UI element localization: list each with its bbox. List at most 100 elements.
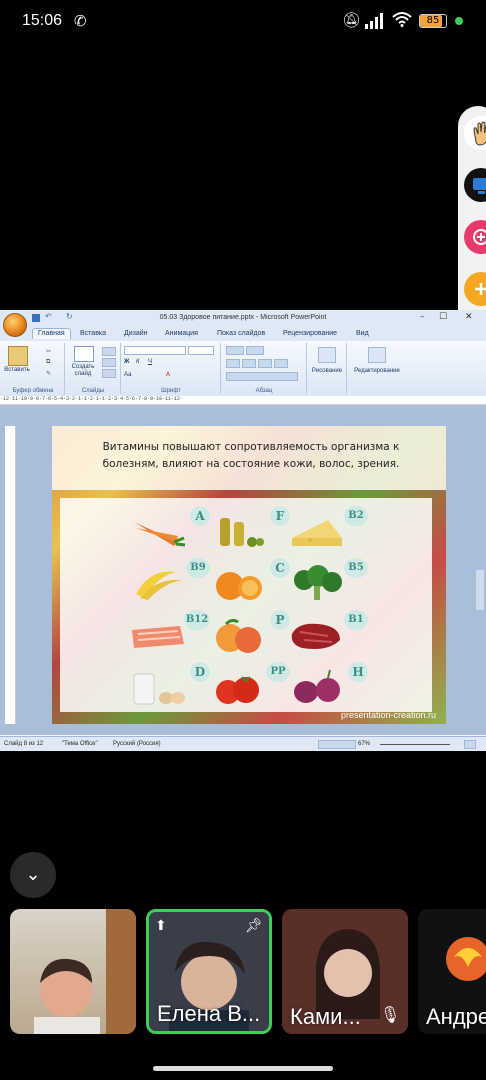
vitamin-label: B2 xyxy=(344,506,368,526)
binoculars-icon[interactable] xyxy=(368,347,386,363)
phone-call-icon: ✆ xyxy=(74,12,87,30)
new-slide-icon[interactable] xyxy=(74,346,94,362)
tab-home[interactable]: Главная xyxy=(32,328,71,339)
participant-name: Андре xyxy=(426,1004,486,1029)
minimize-button[interactable]: – xyxy=(420,312,425,322)
gesture-nav-bar[interactable] xyxy=(153,1066,333,1071)
battery-icon: 85 xyxy=(419,14,447,28)
paste-button[interactable]: Вставить xyxy=(2,367,32,373)
screen-share-badge-icon: ⬆ xyxy=(155,918,167,934)
participant-tile-active[interactable]: ⬆ 📌︎ Елена В... xyxy=(146,909,272,1034)
vitamin-b12-cell: B12 xyxy=(130,608,210,658)
wifi-icon xyxy=(392,12,412,27)
maximize-button[interactable]: ☐ xyxy=(439,312,447,322)
vitamin-label: C xyxy=(270,558,290,578)
plus-icon[interactable] xyxy=(464,272,486,306)
meat-icon xyxy=(291,623,340,649)
paste-icon[interactable] xyxy=(8,346,28,366)
vitamin-h-cell: H xyxy=(288,660,368,710)
close-button[interactable]: ✕ xyxy=(465,312,473,322)
ribbon: Вставить ✂ ⧉ ✎ Буфер обмена Создать слай… xyxy=(0,341,486,397)
carrot-icon xyxy=(134,522,186,547)
vitamin-pp-cell: PP xyxy=(210,660,290,710)
bullets-button[interactable] xyxy=(226,346,244,355)
tab-insert[interactable]: Вставка xyxy=(80,330,106,337)
slides-group-label: Слайды xyxy=(81,388,105,394)
vitamin-label: B1 xyxy=(344,610,368,630)
participant-name: Ками... xyxy=(290,1004,361,1029)
participant-tile[interactable]: Андре xyxy=(418,909,486,1034)
participant-video xyxy=(34,909,136,1034)
layout-button[interactable] xyxy=(102,347,116,356)
copy-icon[interactable]: ⧉ xyxy=(46,359,50,366)
font-name-select[interactable] xyxy=(124,346,186,355)
vitamin-label: H xyxy=(348,662,368,682)
align-right-button[interactable] xyxy=(258,359,272,368)
font-size-select[interactable] xyxy=(188,346,214,355)
screen-share-icon[interactable] xyxy=(464,168,486,202)
tab-slideshow[interactable]: Показ слайдов xyxy=(217,330,265,337)
align-center-button[interactable] xyxy=(242,359,256,368)
numbering-button[interactable] xyxy=(246,346,264,355)
broccoli-icon xyxy=(294,565,342,600)
cut-icon[interactable]: ✂ xyxy=(46,348,51,355)
vitamin-b5-cell: B5 xyxy=(288,556,368,606)
onion-icon xyxy=(294,669,340,703)
delete-slide-button[interactable] xyxy=(102,369,116,378)
view-buttons[interactable] xyxy=(318,740,356,749)
justify-button[interactable] xyxy=(274,359,288,368)
shapes-icon[interactable] xyxy=(318,347,336,363)
clipboard-group: Вставить ✂ ⧉ ✎ Буфер обмена xyxy=(2,343,65,394)
font-size-icon[interactable]: Аа xyxy=(124,372,131,378)
vitamins-panel: A F B2 B9 C B5 B12 P B1 D PP H xyxy=(60,498,432,712)
pin-icon[interactable]: 📌︎ xyxy=(245,918,263,934)
vertical-scrollbar[interactable] xyxy=(476,570,484,610)
reset-button[interactable] xyxy=(102,358,116,367)
drawing-group: Рисование xyxy=(308,343,347,394)
vitamin-f-cell: F xyxy=(210,504,290,554)
vitamin-c-cell: C xyxy=(210,556,290,606)
font-color-icon[interactable]: A xyxy=(166,372,170,378)
tab-view[interactable]: Вид xyxy=(356,330,369,337)
vitamin-label: B9 xyxy=(186,558,210,578)
horizontal-ruler: ·12·11·10·9·8·7·6·5·4·3·2·1·1·2·1·1·2·3·… xyxy=(0,396,486,405)
add-icon[interactable] xyxy=(464,220,486,254)
window-titlebar: ↶ ↻ 05.03 Здоровое питание.pptx - Micros… xyxy=(0,310,486,327)
font-group: Ж К Ч Аа A Шрифт xyxy=(122,343,221,394)
salmon-icon xyxy=(132,626,184,648)
vitamin-label: P xyxy=(270,610,290,630)
muted-mic-icon: 🎙︎ xyxy=(380,1005,401,1024)
align-left-button[interactable] xyxy=(226,359,240,368)
new-slide-button[interactable]: Создать слайд xyxy=(66,364,100,378)
participant-tile[interactable]: 🎙︎ Ками... xyxy=(282,909,408,1034)
slide-counter: Слайд 8 из 12 xyxy=(4,741,44,747)
format-painter-icon[interactable]: ✎ xyxy=(46,370,51,377)
vitamin-label: A xyxy=(190,506,210,526)
clipboard-group-label: Буфер обмена xyxy=(12,388,54,394)
drawing-button[interactable]: Рисование xyxy=(308,368,346,374)
banana-icon xyxy=(136,571,182,600)
zoom-level: 67% xyxy=(358,741,371,747)
collapse-button[interactable]: ⌄ xyxy=(10,852,56,898)
underline-icon[interactable]: Ч xyxy=(148,359,152,365)
tab-animation[interactable]: Анимация xyxy=(165,330,198,337)
tab-design[interactable]: Дизайн xyxy=(124,330,148,337)
status-bar: 15:06 ✆ 🔕︎ 85 xyxy=(0,0,486,44)
zoom-slider[interactable] xyxy=(380,744,450,745)
hand-icon[interactable] xyxy=(464,116,486,150)
vitamin-b9-cell: B9 xyxy=(130,556,210,606)
italic-icon[interactable]: К xyxy=(136,359,140,365)
participant-tile[interactable] xyxy=(10,909,136,1034)
office-button[interactable] xyxy=(3,313,27,337)
slide[interactable]: Витамины повышают сопротивляемость орган… xyxy=(52,426,446,724)
bold-icon[interactable]: Ж xyxy=(124,359,129,365)
vitamin-label: B12 xyxy=(184,610,210,630)
mute-bell-icon: 🔕︎ xyxy=(342,11,362,29)
fit-slide-button[interactable] xyxy=(464,740,476,749)
editing-button[interactable]: Редактирование xyxy=(348,368,406,374)
tab-review[interactable]: Рецензирование xyxy=(283,330,337,337)
vitamin-label: B5 xyxy=(344,558,368,578)
clock: 15:06 xyxy=(22,12,63,29)
recording-indicator-dot xyxy=(455,17,463,25)
text-direction-button[interactable] xyxy=(226,372,298,381)
